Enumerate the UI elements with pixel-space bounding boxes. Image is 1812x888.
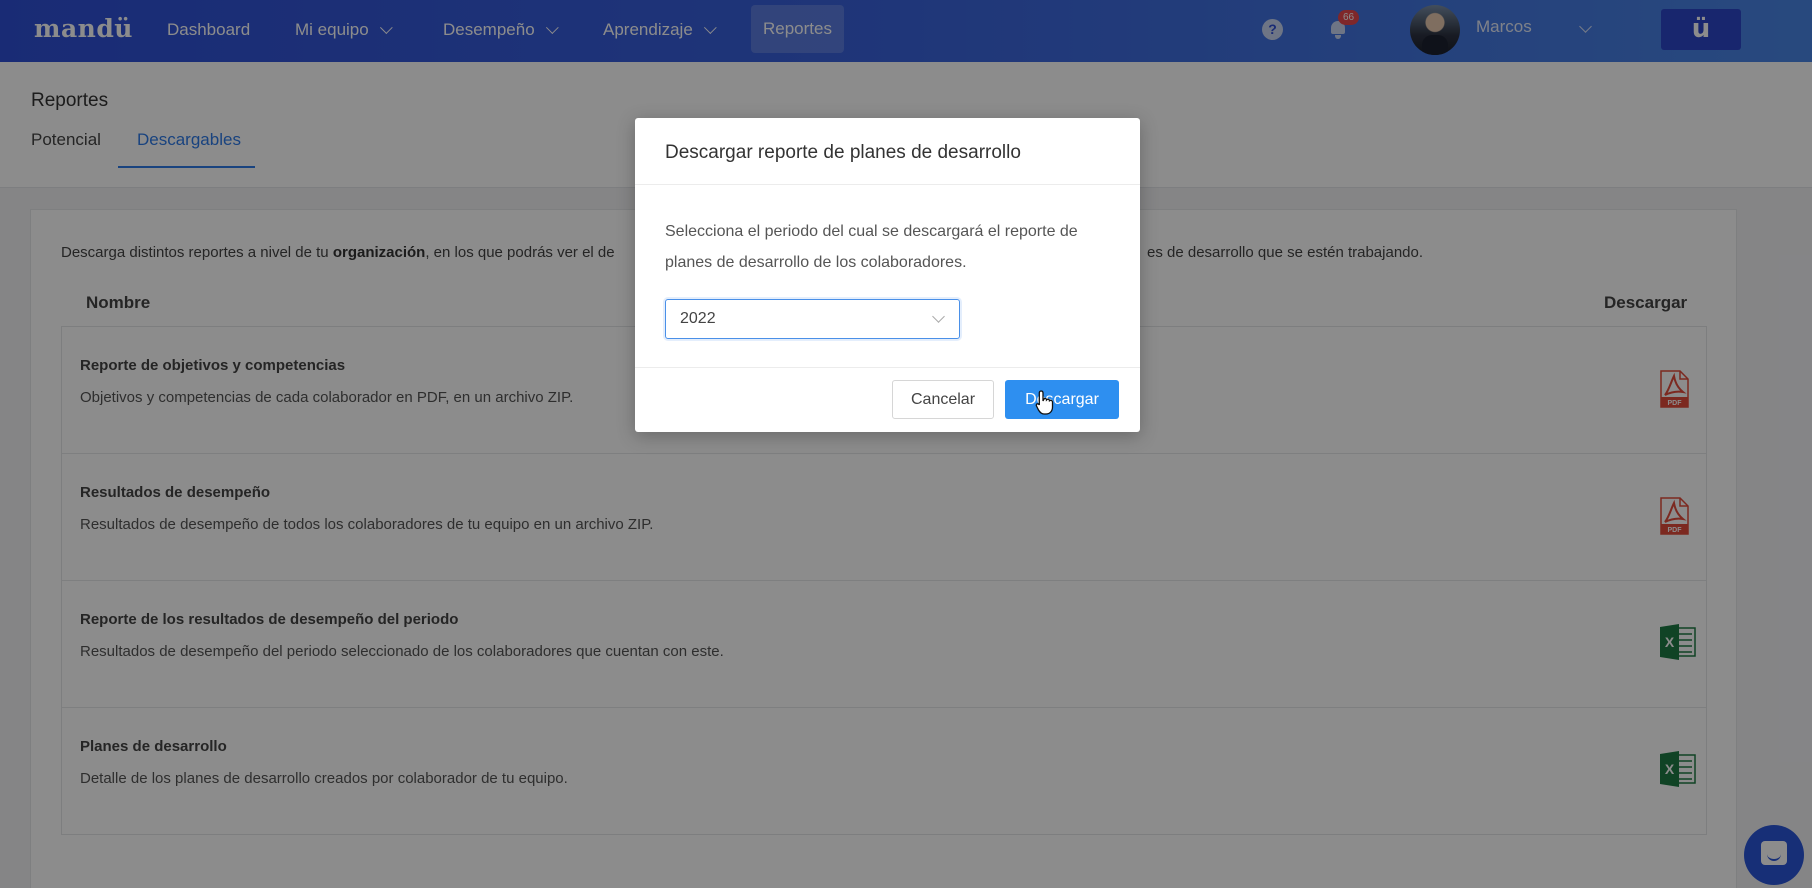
hand-cursor-icon xyxy=(1035,390,1054,415)
download-report-dialog: Descargar reporte de planes de desarroll… xyxy=(635,118,1140,432)
chevron-down-icon xyxy=(932,310,945,323)
divider xyxy=(635,184,1140,185)
divider xyxy=(635,367,1140,368)
cancel-button[interactable]: Cancelar xyxy=(892,380,994,419)
dialog-description: Selecciona el periodo del cual se descar… xyxy=(665,223,1078,271)
download-button[interactable]: Descargar xyxy=(1005,380,1119,419)
dialog-title: Descargar reporte de planes de desarroll… xyxy=(665,142,1021,163)
period-select-value: 2022 xyxy=(680,310,716,327)
period-select[interactable]: 2022 xyxy=(665,299,960,339)
